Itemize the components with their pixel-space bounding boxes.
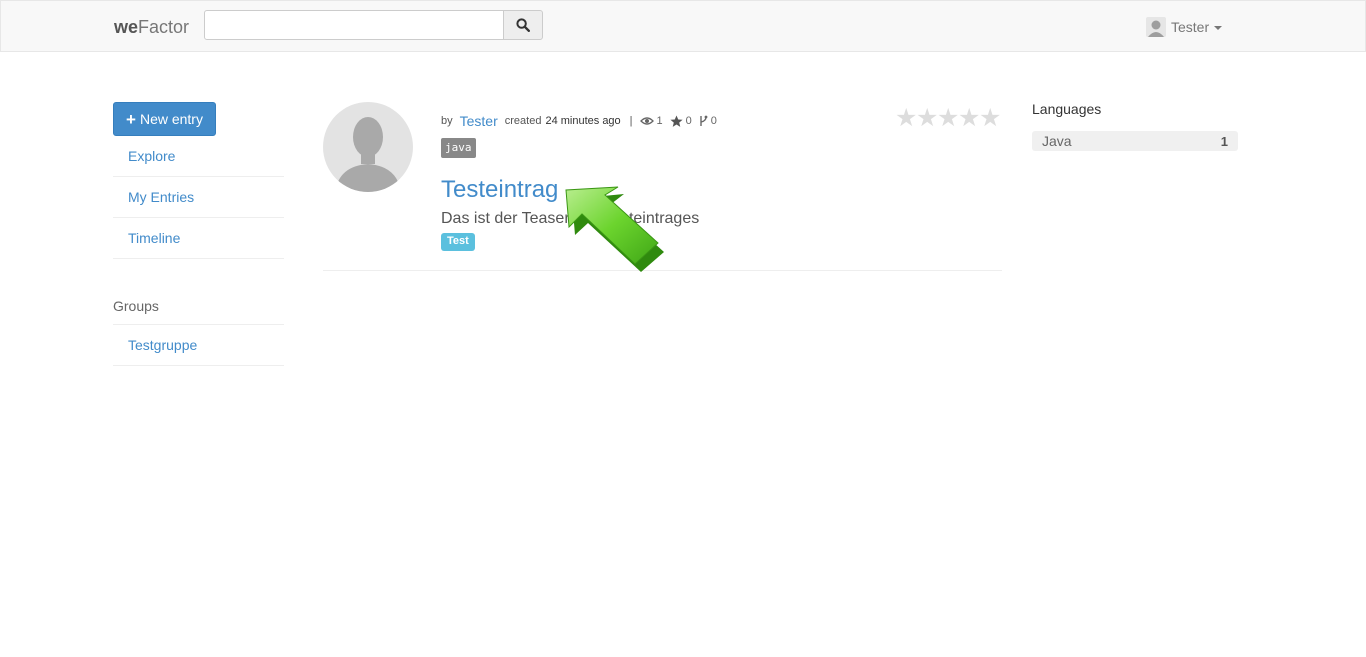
fork-icon <box>700 115 708 126</box>
search-icon <box>516 18 530 32</box>
rating-star-icon[interactable]: ★ <box>895 104 917 132</box>
language-count-badge: 1 <box>1220 133 1228 149</box>
user-name: Tester <box>1171 19 1210 35</box>
star-icon <box>670 115 683 127</box>
rating-star-icon[interactable]: ★ <box>937 104 959 132</box>
search-button[interactable] <box>503 10 543 40</box>
person-silhouette-icon <box>335 117 401 192</box>
forks-stat: 0 <box>699 115 717 127</box>
top-navbar: weFactor Tester <box>0 0 1366 52</box>
rating-star-icon[interactable]: ★ <box>979 104 1001 132</box>
sidebar-item-timeline[interactable]: Timeline <box>113 218 284 259</box>
user-avatar-icon <box>1146 17 1166 37</box>
meta-separator: | <box>629 115 633 127</box>
groups-heading: Groups <box>113 298 159 314</box>
new-entry-button[interactable]: + New entry <box>113 102 216 136</box>
caret-down-icon <box>1214 26 1223 30</box>
sidebar-item-testgruppe[interactable]: Testgruppe <box>113 325 284 366</box>
created-time: 24 minutes ago <box>545 115 621 127</box>
rating-star-icon[interactable]: ★ <box>958 104 980 132</box>
rating-star-icon[interactable]: ★ <box>916 104 938 132</box>
stars-stat: 0 <box>670 115 692 128</box>
by-label: by <box>441 115 453 127</box>
language-label[interactable]: java <box>441 138 476 158</box>
languages-heading: Languages <box>1032 101 1102 117</box>
created-label: created <box>504 115 542 127</box>
sidebar-item-my-entries[interactable]: My Entries <box>113 177 284 218</box>
user-menu-dropdown[interactable]: Tester <box>1146 16 1223 38</box>
language-filter-item[interactable]: Java 1 <box>1032 131 1238 151</box>
author-avatar[interactable] <box>323 102 413 192</box>
search-input[interactable] <box>204 10 504 40</box>
entry-meta: by Tester created 24 minutes ago | 1 0 0 <box>441 112 724 130</box>
eye-icon <box>639 117 654 125</box>
views-stat: 1 <box>639 115 663 127</box>
entry-title-link[interactable]: Testeintrag <box>441 176 558 204</box>
pointer-arrow-icon <box>565 186 664 272</box>
sidebar-item-explore[interactable]: Explore <box>113 136 284 177</box>
language-name: Java <box>1042 133 1072 149</box>
plus-icon: + <box>126 109 136 129</box>
brand-logo[interactable]: weFactor <box>114 17 189 38</box>
author-link[interactable]: Tester <box>460 113 498 129</box>
rating-stars[interactable]: ★ ★ ★ ★ ★ <box>895 104 1001 132</box>
groups-nav: Testgruppe <box>113 324 284 366</box>
tag-label[interactable]: Test <box>441 233 475 251</box>
sidebar-nav: Explore My Entries Timeline <box>113 136 284 259</box>
